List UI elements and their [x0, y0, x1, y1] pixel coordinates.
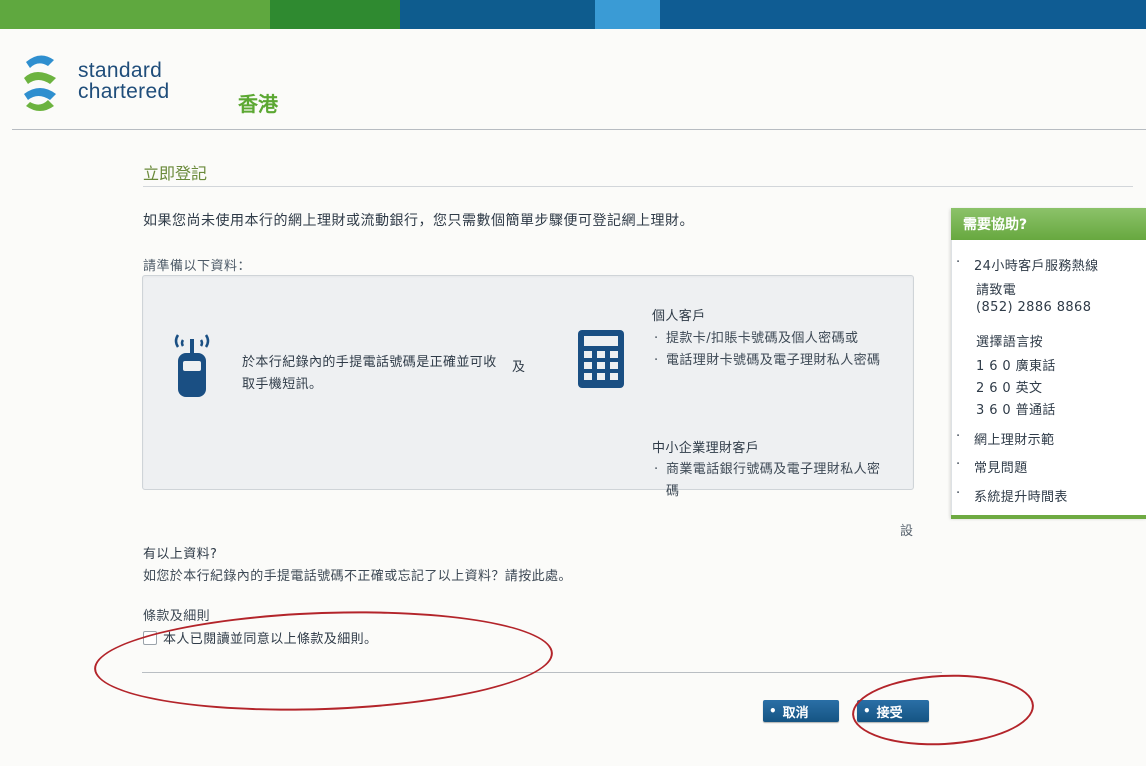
- header-divider: [12, 129, 1146, 130]
- list-item: 提款卡/扣賬卡號碼及個人密碼或: [652, 328, 892, 350]
- color-segment: [660, 0, 1146, 29]
- stray-text: 設: [900, 524, 914, 539]
- call-label: 請致電: [976, 283, 1017, 298]
- color-segment: [400, 0, 595, 29]
- forgot-title: 有以上資料?: [143, 547, 218, 562]
- personal-options-list: 提款卡/扣賬卡號碼及個人密碼或 電話理財卡號碼及電子理財私人密碼: [652, 328, 892, 372]
- and-label: 及: [512, 360, 526, 375]
- help-link-faq[interactable]: 常見問題: [956, 457, 1028, 476]
- cancel-button-label: 取消: [782, 705, 809, 721]
- region-label: 香港: [238, 92, 278, 116]
- prepare-label: 請準備以下資料：: [143, 259, 252, 274]
- help-link-maintenance[interactable]: 系統提升時間表: [956, 486, 1068, 505]
- forgot-help-link[interactable]: 如您於本行紀錄內的手提電話號碼不正確或忘記了以上資料？請按此處。: [143, 565, 572, 584]
- brand-line-2: chartered: [78, 80, 170, 103]
- list-item: 電話理財卡號碼及電子理財私人密碼: [652, 350, 892, 372]
- cancel-button[interactable]: • 取消: [763, 700, 839, 722]
- choose-language-label: 選擇語言按: [976, 335, 1044, 350]
- color-segment: [0, 0, 270, 29]
- mobile-phone-icon: [174, 334, 210, 397]
- annotation-circle: [850, 670, 1036, 750]
- standard-chartered-logo-icon: [24, 55, 56, 111]
- sme-options-list: 商業電話銀行號碼及電子理財私人密碼: [652, 459, 892, 503]
- page-title: 立即登記: [143, 164, 208, 183]
- hotline-title: 24小時客戶服務熱線: [956, 255, 1099, 274]
- top-color-bar: [0, 0, 1146, 29]
- title-divider: [143, 186, 1133, 187]
- color-segment: [270, 0, 400, 29]
- phone-requirement-text: 於本行紀錄內的手提電話號碼是正確並可收取手機短訊。: [242, 355, 497, 392]
- hotline-number: (852) 2886 8868: [976, 300, 1092, 315]
- calculator-icon: [578, 330, 624, 388]
- bullet-icon: •: [769, 704, 777, 718]
- help-panel-footer-bar: [951, 515, 1146, 519]
- help-panel-title: 需要協助?: [951, 208, 1146, 240]
- brand-line-1: standard: [78, 59, 163, 82]
- brand-name: standard chartered: [78, 60, 169, 102]
- language-option: 3 6 0 普通話: [976, 403, 1056, 418]
- color-segment: [595, 0, 660, 29]
- sme-customer-title: 中小企業理財客戶: [652, 441, 760, 456]
- language-option: 1 6 0 廣東話: [976, 359, 1056, 374]
- help-link-demo[interactable]: 網上理財示範: [956, 429, 1054, 448]
- terms-title[interactable]: 條款及細則: [143, 605, 210, 624]
- intro-text: 如果您尚未使用本行的網上理財或流動銀行，您只需數個簡單步驟便可登記網上理財。: [143, 213, 694, 229]
- language-option: 2 6 0 英文: [976, 381, 1043, 396]
- list-item: 商業電話銀行號碼及電子理財私人密碼: [652, 459, 892, 503]
- personal-customer-title: 個人客戶: [652, 309, 706, 324]
